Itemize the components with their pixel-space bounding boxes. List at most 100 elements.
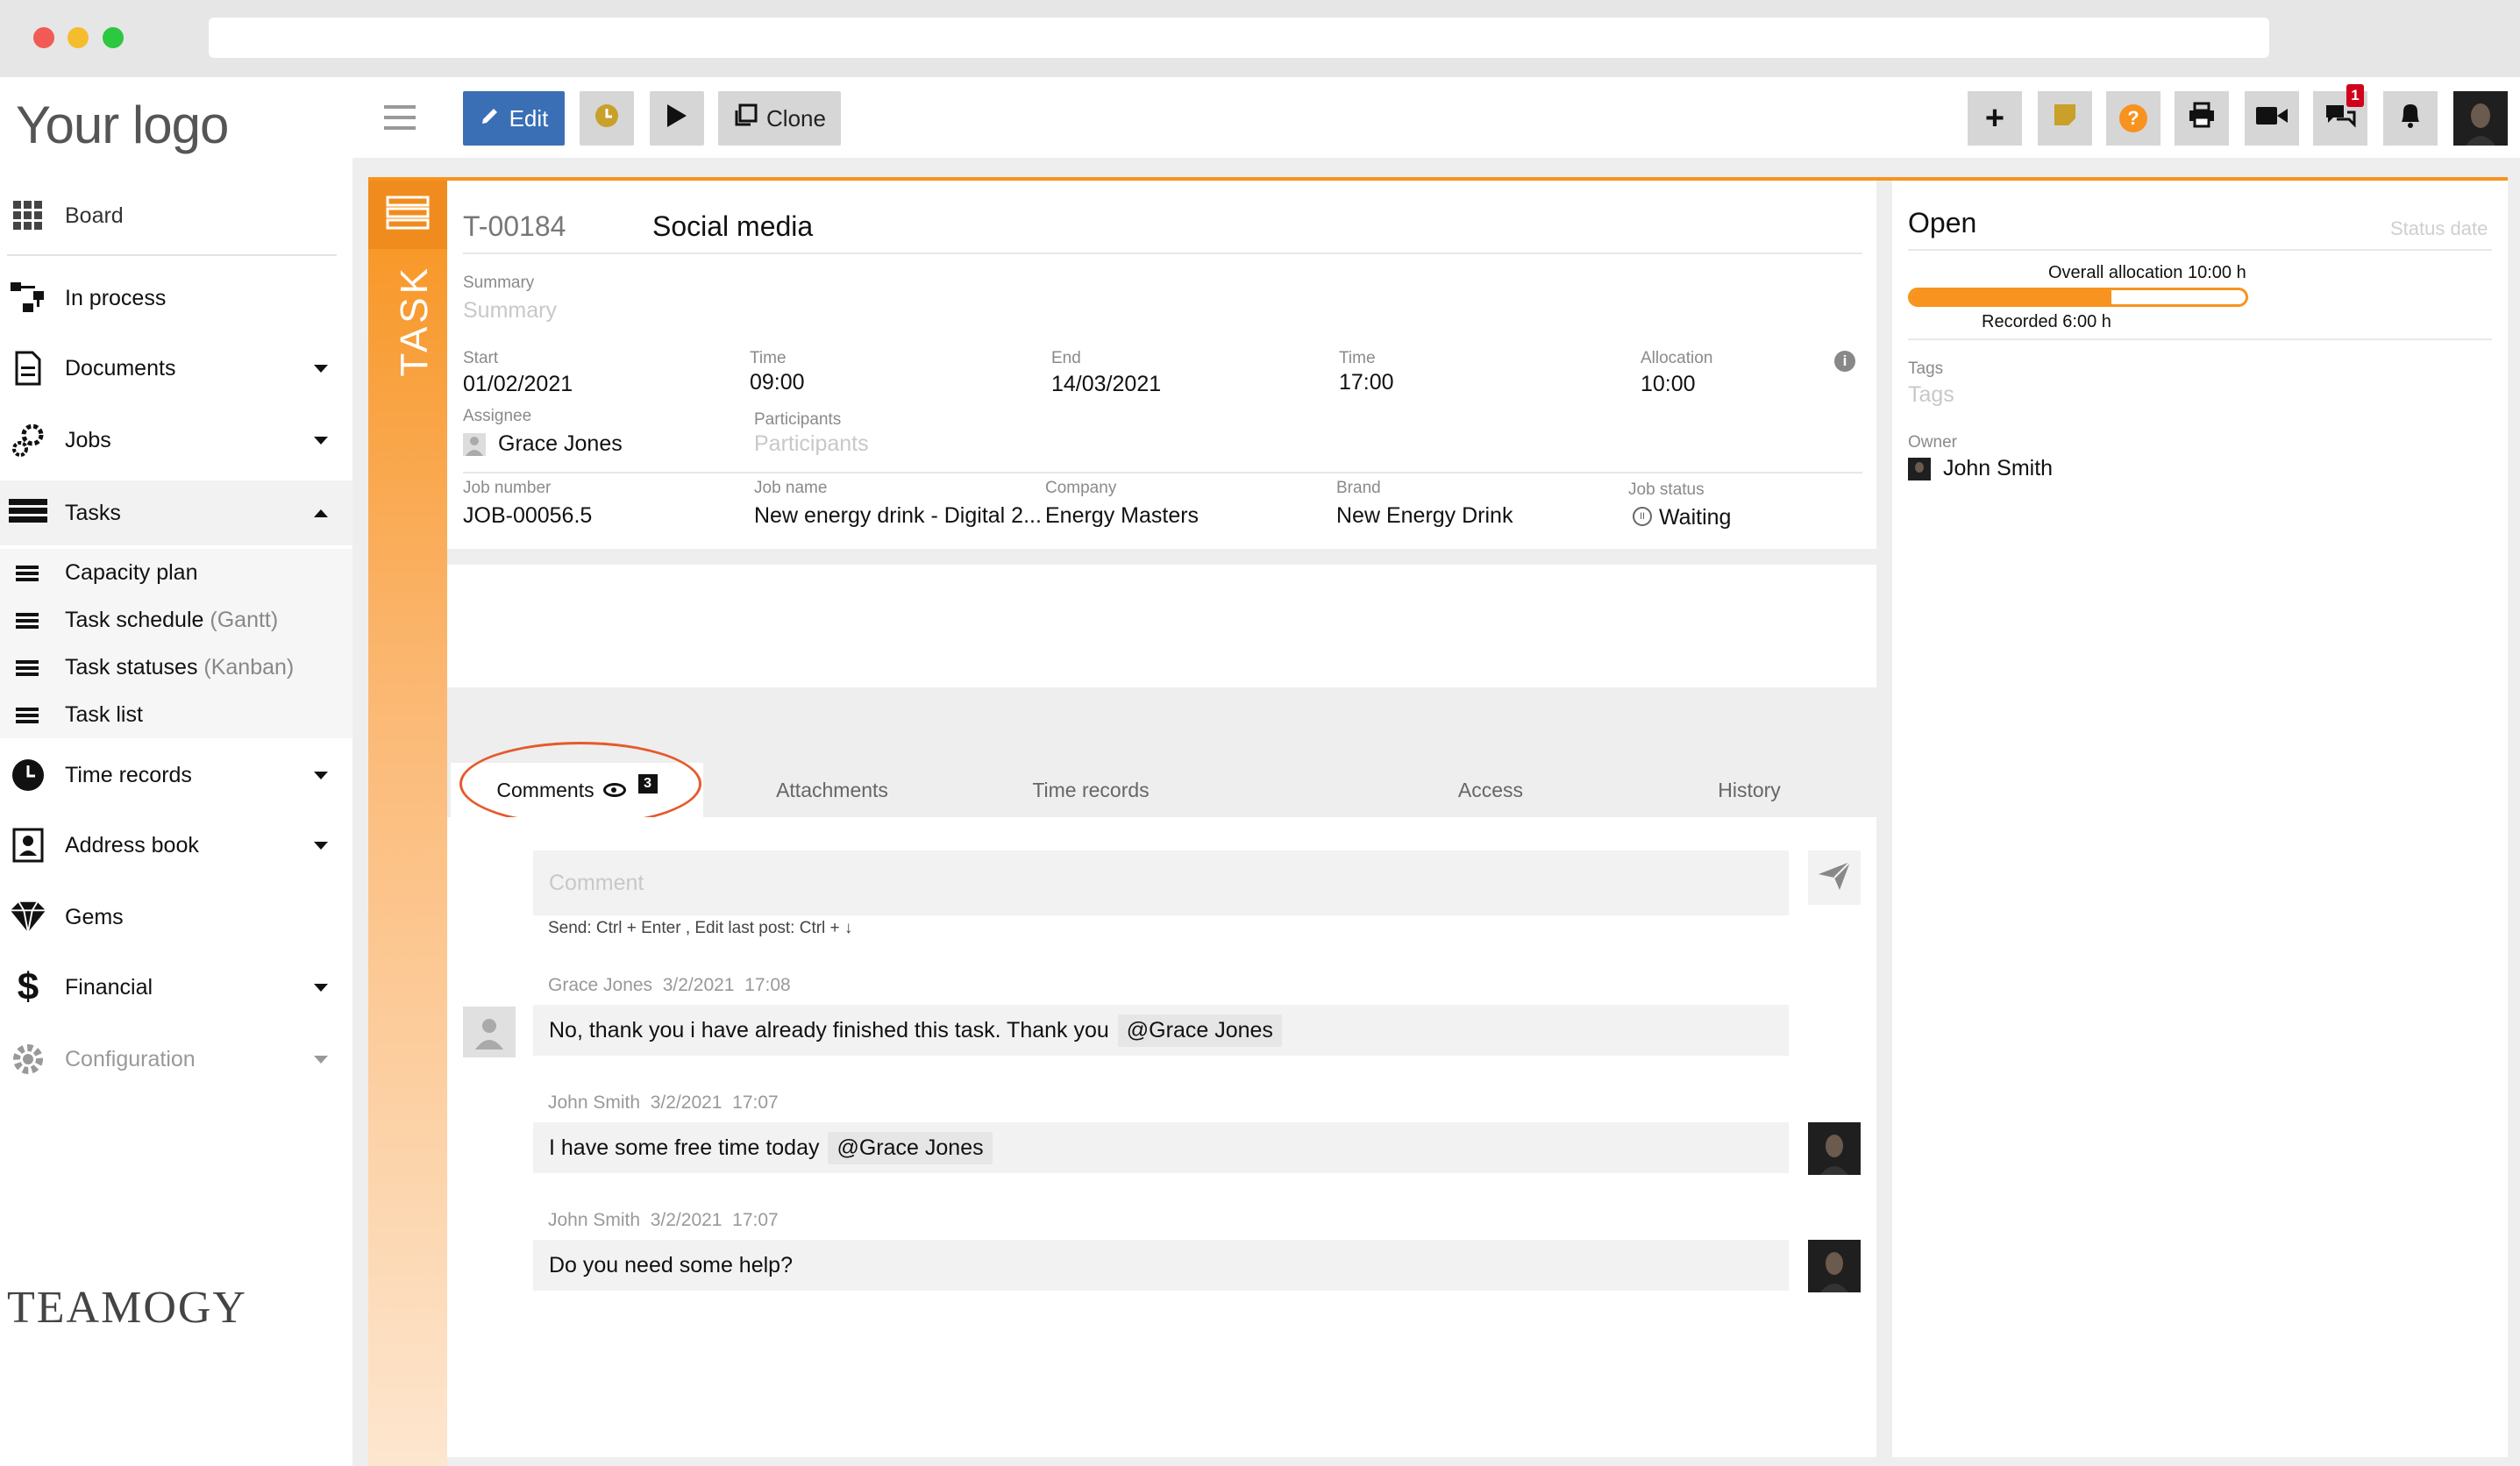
app-logo[interactable]: Your logo — [16, 95, 229, 155]
sidebar-item-board[interactable]: Board — [0, 189, 352, 242]
job-number-label: Job number — [463, 479, 552, 497]
user-avatar[interactable] — [2453, 91, 2508, 146]
mention-tag[interactable]: @Grace Jones — [1117, 1014, 1282, 1047]
sidebar-item-financial[interactable]: $ Financial — [0, 961, 352, 1014]
browser-chrome — [0, 0, 2520, 77]
allocation-field[interactable]: 10:00 — [1641, 372, 1696, 397]
print-button[interactable] — [2175, 91, 2229, 146]
comment-bubble[interactable]: I have some free time today @Grace Jones — [533, 1122, 1789, 1173]
sidebar-subitem-task-schedule[interactable]: Task schedule (Gantt) — [0, 596, 352, 644]
notes-button[interactable] — [2038, 91, 2092, 146]
participants-label: Participants — [754, 410, 842, 429]
copy-icon — [733, 103, 758, 134]
sidebar-item-configuration[interactable]: Configuration — [0, 1033, 352, 1085]
maximize-window-icon[interactable] — [103, 27, 124, 48]
sticky-note-icon — [2053, 103, 2077, 134]
sidebar-item-in-process[interactable]: In process — [0, 272, 352, 324]
recorded-label: Recorded 6:00 h — [1982, 312, 2111, 331]
minimize-window-icon[interactable] — [68, 27, 89, 48]
divider — [1908, 338, 2492, 340]
job-status-label: Job status — [1628, 480, 1705, 499]
participants-field[interactable]: Participants — [754, 431, 869, 457]
sidebar-item-tasks[interactable]: Tasks — [0, 480, 352, 545]
close-window-icon[interactable] — [33, 27, 54, 48]
summary-label: Summary — [463, 274, 535, 292]
comment-author-avatar — [463, 1007, 516, 1057]
assignee-field[interactable]: Grace Jones — [498, 431, 623, 457]
flow-icon — [9, 279, 47, 317]
address-bar[interactable] — [209, 18, 2269, 58]
video-call-button[interactable] — [2245, 91, 2299, 146]
comment-bubble[interactable]: Do you need some help? — [533, 1240, 1789, 1291]
time-record-button[interactable] — [580, 91, 634, 146]
job-number-value[interactable]: JOB-00056.5 — [463, 503, 592, 529]
video-camera-icon — [2256, 103, 2288, 133]
comment-bubble[interactable]: No, thank you i have already finished th… — [533, 1005, 1789, 1056]
job-name-value[interactable]: New energy drink - Digital 2... — [754, 503, 1042, 529]
tags-label: Tags — [1908, 359, 1944, 378]
owner-label: Owner — [1908, 433, 1957, 452]
comment-author-avatar — [1808, 1240, 1861, 1292]
owner-field[interactable]: John Smith — [1943, 456, 2053, 481]
menu-toggle-icon[interactable] — [384, 105, 416, 130]
chat-button[interactable]: 1 — [2313, 84, 2367, 146]
bell-icon — [2398, 101, 2423, 136]
document-icon — [9, 349, 47, 388]
sidebar-divider — [7, 254, 337, 256]
add-button[interactable]: + — [1968, 91, 2022, 146]
sidebar-item-label: Jobs — [65, 427, 111, 452]
sidebar-subitem-label: Task list — [65, 701, 143, 727]
info-icon[interactable]: i — [1834, 351, 1855, 372]
sidebar-item-gems[interactable]: Gems — [0, 891, 352, 943]
status-date-field[interactable]: Status date — [2390, 217, 2488, 240]
sidebar-item-time-records[interactable]: Time records — [0, 749, 352, 801]
sidebar-item-jobs[interactable]: Jobs — [0, 414, 352, 466]
help-button[interactable]: ? — [2106, 91, 2161, 146]
notifications-button[interactable] — [2383, 91, 2438, 146]
pause-icon: II — [1633, 507, 1652, 526]
start-date-field[interactable]: 01/02/2021 — [463, 372, 573, 397]
mention-tag[interactable]: @Grace Jones — [828, 1131, 993, 1164]
clone-button[interactable]: Clone — [718, 91, 841, 146]
pencil-icon — [480, 105, 501, 132]
tab-time-records[interactable]: Time records — [959, 763, 1222, 817]
overall-allocation-label: Overall allocation 10:00 h — [2048, 263, 2246, 282]
brand-label: Brand — [1336, 479, 1381, 497]
tab-history[interactable]: History — [1622, 763, 1876, 817]
end-time-field[interactable]: 17:00 — [1339, 370, 1394, 395]
end-date-field[interactable]: 14/03/2021 — [1051, 372, 1161, 397]
tab-access[interactable]: Access — [1359, 763, 1622, 817]
task-status[interactable]: Open — [1908, 207, 1976, 239]
start-button[interactable] — [650, 91, 704, 146]
company-value[interactable]: Energy Masters — [1045, 503, 1199, 529]
grid-icon — [9, 196, 47, 235]
sidebar-subitem-task-list[interactable]: Task list — [0, 691, 352, 738]
send-button[interactable] — [1808, 850, 1861, 905]
sidebar-item-address-book[interactable]: Address book — [0, 819, 352, 872]
task-name[interactable]: Social media — [652, 210, 813, 243]
brand-value[interactable]: New Energy Drink — [1336, 503, 1513, 529]
sidebar-item-label: Address book — [65, 832, 199, 858]
start-time-field[interactable]: 09:00 — [750, 370, 805, 395]
dollar-icon: $ — [17, 965, 39, 1008]
comment-input[interactable] — [533, 850, 1789, 915]
play-icon — [666, 103, 688, 135]
tab-attachments[interactable]: Attachments — [705, 763, 959, 817]
summary-field[interactable]: Summary — [463, 298, 557, 324]
edit-button[interactable]: Edit — [463, 91, 565, 146]
sidebar-item-documents[interactable]: Documents — [0, 342, 352, 395]
chevron-down-icon — [314, 436, 328, 445]
assignee-avatar — [463, 433, 486, 456]
comment-meta: John Smith 3/2/2021 17:07 — [548, 1092, 779, 1113]
sidebar-subitem-capacity-plan[interactable]: Capacity plan — [0, 549, 352, 596]
chevron-down-icon — [314, 364, 328, 373]
sidebar-subitem-task-statuses[interactable]: Task statuses (Kanban) — [0, 644, 352, 691]
description-panel[interactable] — [447, 565, 1876, 687]
start-time-label: Time — [750, 349, 787, 367]
tags-field[interactable]: Tags — [1908, 382, 1954, 408]
job-name-label: Job name — [754, 479, 828, 497]
sidebar-item-label: In process — [65, 285, 167, 310]
divider — [463, 472, 1862, 473]
task-type-label: TASK — [393, 265, 436, 377]
comment-author-avatar — [1808, 1122, 1861, 1175]
